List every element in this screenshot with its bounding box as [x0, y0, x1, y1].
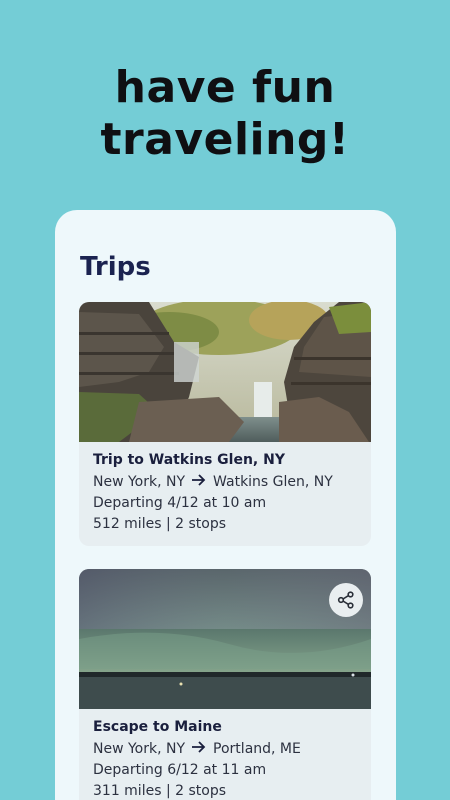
trip-departure: Departing 4/12 at 10 am	[93, 495, 267, 511]
trip-card-maine[interactable]: Escape to Maine New York, NY Portland, M…	[79, 569, 371, 800]
trip-route: New York, NY Portland, ME	[93, 739, 357, 760]
trip-card-watkins-glen[interactable]: Trip to Watkins Glen, NY New York, NY Wa…	[79, 302, 371, 546]
trip-photo-waterfall	[79, 302, 371, 442]
share-icon	[337, 591, 355, 609]
trip-departure: Departing 6/12 at 11 am	[93, 762, 267, 778]
trip-stats: 512 miles | 2 stops	[93, 516, 226, 532]
trip-route: New York, NY Watkins Glen, NY	[93, 472, 357, 493]
trip-title: Trip to Watkins Glen, NY	[93, 452, 285, 468]
page-title: Trips	[80, 252, 151, 282]
trip-stats: 311 miles | 2 stops	[93, 783, 226, 799]
arrow-right-icon	[192, 739, 206, 760]
route-origin: New York, NY	[93, 474, 186, 490]
arrow-right-icon	[192, 472, 206, 493]
headline-line-2: traveling!	[100, 114, 350, 165]
share-button[interactable]	[329, 583, 363, 617]
trip-title: Escape to Maine	[93, 719, 222, 735]
trip-photo-northern-lights	[79, 569, 371, 709]
headline-line-1: have fun	[114, 62, 336, 113]
app-screen: Trips Trip to Watkins Glen, NY New York,…	[55, 210, 396, 800]
route-destination: Portland, ME	[213, 741, 301, 757]
promo-headline: have fun traveling!	[0, 62, 450, 166]
route-destination: Watkins Glen, NY	[213, 474, 333, 490]
route-origin: New York, NY	[93, 741, 186, 757]
